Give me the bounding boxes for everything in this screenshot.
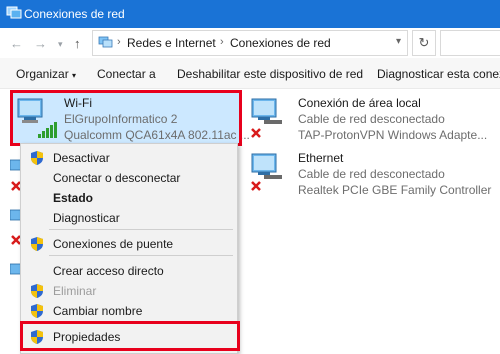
adapter-ethernet-name[interactable]: Ethernet	[298, 151, 343, 165]
forward-arrow-icon[interactable]: →	[34, 36, 47, 51]
organize-label: Organizar	[16, 67, 69, 81]
address-dropdown-icon[interactable]: ▾	[396, 36, 401, 47]
highlight-propiedades-box	[20, 321, 240, 351]
breadcrumb-redes-internet[interactable]: Redes e Internet	[127, 36, 216, 50]
search-input[interactable]	[440, 30, 500, 56]
address-bar: ← → ▾ ↑ › Redes e Internet › Conexiones …	[0, 28, 500, 58]
network-adapter-icon	[251, 98, 282, 124]
menu-item-label: Cambiar nombre	[53, 304, 143, 318]
menu-item-diagnosticar[interactable]: Diagnosticar	[21, 208, 237, 228]
breadcrumb-separator: ›	[220, 36, 224, 48]
menu-item-cambiar-nombre[interactable]: Cambiar nombre	[21, 301, 237, 321]
menu-item-acceso-directo[interactable]: Crear acceso directo	[21, 261, 237, 281]
menu-item-estado[interactable]: Estado	[21, 188, 237, 208]
menu-item-eliminar: Eliminar	[21, 281, 237, 301]
menu-separator	[49, 229, 233, 230]
uac-shield-icon	[31, 151, 43, 165]
menu-item-label: Eliminar	[53, 284, 97, 298]
menu-separator	[49, 255, 233, 256]
uac-shield-icon	[31, 304, 43, 318]
up-arrow-icon[interactable]: ↑	[74, 36, 81, 51]
connect-to-button[interactable]: Conectar a	[97, 67, 156, 81]
chevron-down-icon: ▾	[72, 71, 77, 80]
uac-shield-icon	[31, 237, 43, 251]
disconnected-x-icon	[251, 181, 261, 191]
adapter-ethernet-status: Cable de red desconectado	[298, 167, 445, 181]
menu-item-conectar[interactable]: Conectar o desconectar	[21, 168, 237, 188]
control-panel-icon	[98, 36, 113, 48]
breadcrumb-conexiones-red[interactable]: Conexiones de red	[230, 36, 331, 50]
address-field[interactable]: › Redes e Internet › Conexiones de red ▾	[92, 30, 408, 56]
title-bar: Conexiones de red	[0, 0, 500, 28]
network-connections-icon	[6, 6, 22, 19]
refresh-button[interactable]: ↻	[412, 30, 436, 56]
menu-item-label: Estado	[53, 191, 94, 205]
menu-item-puente[interactable]: Conexiones de puente	[21, 234, 237, 254]
adapter-ethernet-device: Realtek PCIe GBE Family Controller	[298, 183, 492, 197]
disconnected-x-icon	[251, 128, 261, 138]
back-arrow-icon[interactable]: ←	[10, 36, 23, 51]
menu-item-label: Crear acceso directo	[53, 264, 164, 278]
adapter-local-device: TAP-ProtonVPN Windows Adapte...	[298, 128, 488, 142]
menu-item-label: Desactivar	[53, 151, 110, 165]
menu-item-desactivar[interactable]: Desactivar	[21, 148, 237, 168]
command-bar: Organizar ▾ Conectar a Deshabilitar este…	[0, 58, 500, 89]
menu-item-label: Diagnosticar	[53, 211, 120, 225]
adapter-local-name[interactable]: Conexión de área local	[298, 96, 421, 110]
breadcrumb-separator: ›	[117, 36, 121, 48]
menu-item-label: Conexiones de puente	[53, 237, 174, 251]
window-title: Conexiones de red	[24, 7, 125, 21]
highlight-wifi-box	[10, 90, 242, 146]
menu-item-label: Conectar o desconectar	[53, 171, 181, 185]
adapter-local-status: Cable de red desconectado	[298, 112, 445, 126]
diagnose-connection-button[interactable]: Diagnosticar esta conexión	[377, 67, 500, 81]
history-chevron-icon[interactable]: ▾	[58, 39, 63, 50]
disable-device-button[interactable]: Deshabilitar este dispositivo de red	[177, 67, 363, 81]
organize-button[interactable]: Organizar ▾	[16, 67, 76, 81]
uac-shield-icon	[31, 284, 43, 298]
